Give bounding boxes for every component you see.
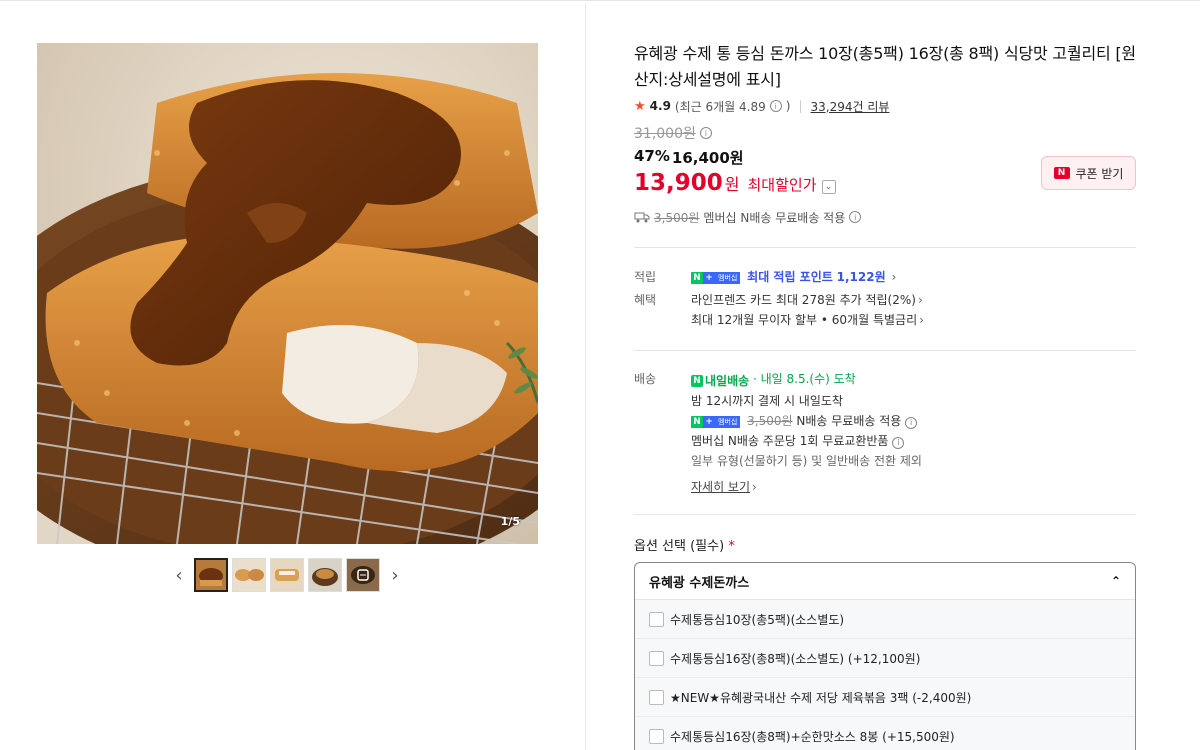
shipping-text: 멤버십 N배송 무료배송 적용 xyxy=(703,210,846,225)
delivery-exception: 일부 유형(선물하기 등) 및 일반배송 전환 제외 xyxy=(691,454,922,468)
star-icon: ★ xyxy=(634,98,646,114)
point-body[interactable]: N + 멤버십 최대 적립 포인트 1,122원 › xyxy=(691,267,1136,287)
image-counter: 1/5 xyxy=(500,515,520,528)
checkbox[interactable] xyxy=(649,650,664,666)
delivery-fee: 3,500원 xyxy=(747,414,793,428)
final-price-label: 최대할인가 xyxy=(747,176,817,194)
benefit-label: 혜택 xyxy=(634,293,657,307)
thumbnail-5-video[interactable] xyxy=(346,558,380,592)
final-price-row: 13,900 원 최대할인가 ⌄ xyxy=(634,170,1136,200)
chevron-right-icon: › xyxy=(752,480,757,494)
rating-score: 4.9 xyxy=(649,99,671,113)
info-icon[interactable]: i xyxy=(769,100,782,112)
point-text: 최대 적립 포인트 xyxy=(747,270,833,284)
truck-icon xyxy=(634,212,650,223)
info-icon[interactable]: i xyxy=(905,417,918,429)
original-price-row: 31,000원 i xyxy=(634,123,1136,143)
checkbox[interactable] xyxy=(649,728,664,744)
delivery-fee-text: N배송 무료배송 적용 xyxy=(796,414,902,428)
final-price-unit: 원 xyxy=(724,175,740,194)
price-info-icon[interactable]: i xyxy=(699,127,712,139)
rating-row: ★ 4.9 (최근 6개월 4.89 i ) | 33,294건 리뷰 xyxy=(634,97,1136,115)
option-section: 옵션 선택 (필수) * 유혜광 수제돈까스 ⌃ 수제통등심10장(총5팩)(소… xyxy=(634,535,1136,750)
option-item[interactable]: 수제통등심16장(총8팩)(소스별도) (+12,100원) xyxy=(635,639,1135,678)
thumbnail-1[interactable] xyxy=(194,558,228,592)
thumb-prev-arrow-icon[interactable]: ‹ xyxy=(168,557,190,593)
chevron-right-icon: › xyxy=(919,313,924,327)
tomorrow-delivery-badge: N 내일배송 xyxy=(691,371,749,391)
final-price: 13,900 xyxy=(634,170,723,196)
option-label: 옵션 선택 (필수) * xyxy=(634,539,735,554)
point-value: 1,122원 xyxy=(836,270,886,284)
checkbox[interactable] xyxy=(649,689,664,705)
shipping-row: 3,500원 멤버십 N배송 무료배송 적용 i xyxy=(634,208,1136,226)
divider-1 xyxy=(634,247,1136,248)
chevron-right-icon: › xyxy=(891,270,897,284)
option-selected: 유혜광 수제돈까스 xyxy=(649,575,750,591)
option-dropdown-header[interactable]: 유혜광 수제돈까스 ⌃ xyxy=(635,563,1135,600)
point-row: 적립 N + 멤버십 최대 적립 포인트 1,122원 › xyxy=(634,267,1136,287)
delivery-fee-row: N + 멤버십 3,500원 N배송 무료배송 적용 i xyxy=(691,411,1136,431)
installment-link[interactable]: 최대 12개월 무이자 할부 • 60개월 특별금리 › xyxy=(691,310,1136,330)
column-divider xyxy=(585,3,586,750)
original-price: 31,000원 xyxy=(634,126,696,142)
divider: | xyxy=(798,99,803,113)
product-info-panel: 유혜광 수제 통 등심 돈까스 10장(총5팩) 16장(총 8팩) 식당맛 고… xyxy=(634,41,1136,750)
product-title: 유혜광 수제 통 등심 돈까스 10장(총5팩) 16장(총 8팩) 식당맛 고… xyxy=(634,44,1136,89)
chevron-right-icon: › xyxy=(917,293,923,307)
discount-price: 16,400원 xyxy=(671,149,744,167)
exchange-row: 멤버십 N배송 주문당 1회 무료교환반품 i xyxy=(691,431,1136,451)
naver-n-icon: N xyxy=(691,375,703,387)
thumbnail-strip: ‹ › xyxy=(168,557,406,593)
product-main-image[interactable]: 1/5 xyxy=(37,43,538,544)
divider-2 xyxy=(634,350,1136,351)
thumbnail-4[interactable] xyxy=(308,558,342,592)
delivery-arrival: · 내일 8.5.(수) 도착 xyxy=(753,372,856,386)
exchange-text: 멤버십 N배송 주문당 1회 무료교환반품 xyxy=(691,434,889,448)
delivery-badge-row: N 내일배송 · 내일 8.5.(수) 도착 xyxy=(691,369,1136,391)
option-item[interactable]: ★NEW★유혜광국내산 수제 저당 제육볶음 3팩 (-2,400원) xyxy=(635,678,1135,717)
review-count-link[interactable]: 33,294건 리뷰 xyxy=(810,98,889,115)
delivery-label: 배송 xyxy=(634,372,657,386)
npay-membership-icon: N + 멤버십 xyxy=(691,271,741,285)
delivery-cutoff: 밤 12시까지 결제 시 내일도착 xyxy=(691,394,843,408)
option-item[interactable]: 수제통등심10장(총5팩)(소스별도) xyxy=(635,600,1135,639)
chevron-down-icon[interactable]: ⌄ xyxy=(821,180,836,194)
card-benefit-row: 혜택 라인프렌즈 카드 최대 278원 추가 적립(2%) › 최대 12개월 무… xyxy=(634,290,1136,330)
divider-3 xyxy=(634,514,1136,515)
recent-rating-close: ) xyxy=(785,99,791,113)
delivery-section: 배송 N 내일배송 · 내일 8.5.(수) 도착 밤 12시까지 결제 시 내일… xyxy=(634,369,1136,497)
thumb-next-arrow-icon[interactable]: › xyxy=(384,557,406,593)
top-border xyxy=(0,0,1200,3)
card-benefit-link[interactable]: 라인프렌즈 카드 최대 278원 추가 적립(2%) › xyxy=(691,290,1136,310)
shipping-info-icon[interactable]: i xyxy=(849,211,862,223)
option-dropdown[interactable]: 유혜광 수제돈까스 ⌃ 수제통등심10장(총5팩)(소스별도) 수제통등심16장… xyxy=(634,562,1136,750)
checkbox[interactable] xyxy=(649,611,664,627)
chevron-up-icon: ⌃ xyxy=(1110,574,1121,588)
option-item[interactable]: 수제통등심16장(총8팩)+순한맛소스 8봉 (+15,500원) xyxy=(635,717,1135,750)
discount-row: 47% 16,400원 xyxy=(634,147,1136,167)
shipping-fee: 3,500원 xyxy=(654,210,700,225)
discount-rate: 47% xyxy=(634,147,670,165)
benefits-section: 적립 N + 멤버십 최대 적립 포인트 1,122원 › 혜택 라인프렌즈 카드 … xyxy=(634,267,1136,330)
detail-link[interactable]: 자세히 보기 xyxy=(691,480,750,494)
point-label: 적립 xyxy=(634,270,657,284)
tonkatsu-photo xyxy=(37,43,538,544)
recent-rating: (최근 6개월 4.89 xyxy=(674,99,766,114)
npay-membership-icon: N + 멤버십 xyxy=(691,415,741,429)
info-icon[interactable]: i xyxy=(892,437,905,449)
thumbnail-3[interactable] xyxy=(270,558,304,592)
thumbnail-2[interactable] xyxy=(232,558,266,592)
detail-link-row[interactable]: 자세히 보기 › xyxy=(691,477,1136,497)
